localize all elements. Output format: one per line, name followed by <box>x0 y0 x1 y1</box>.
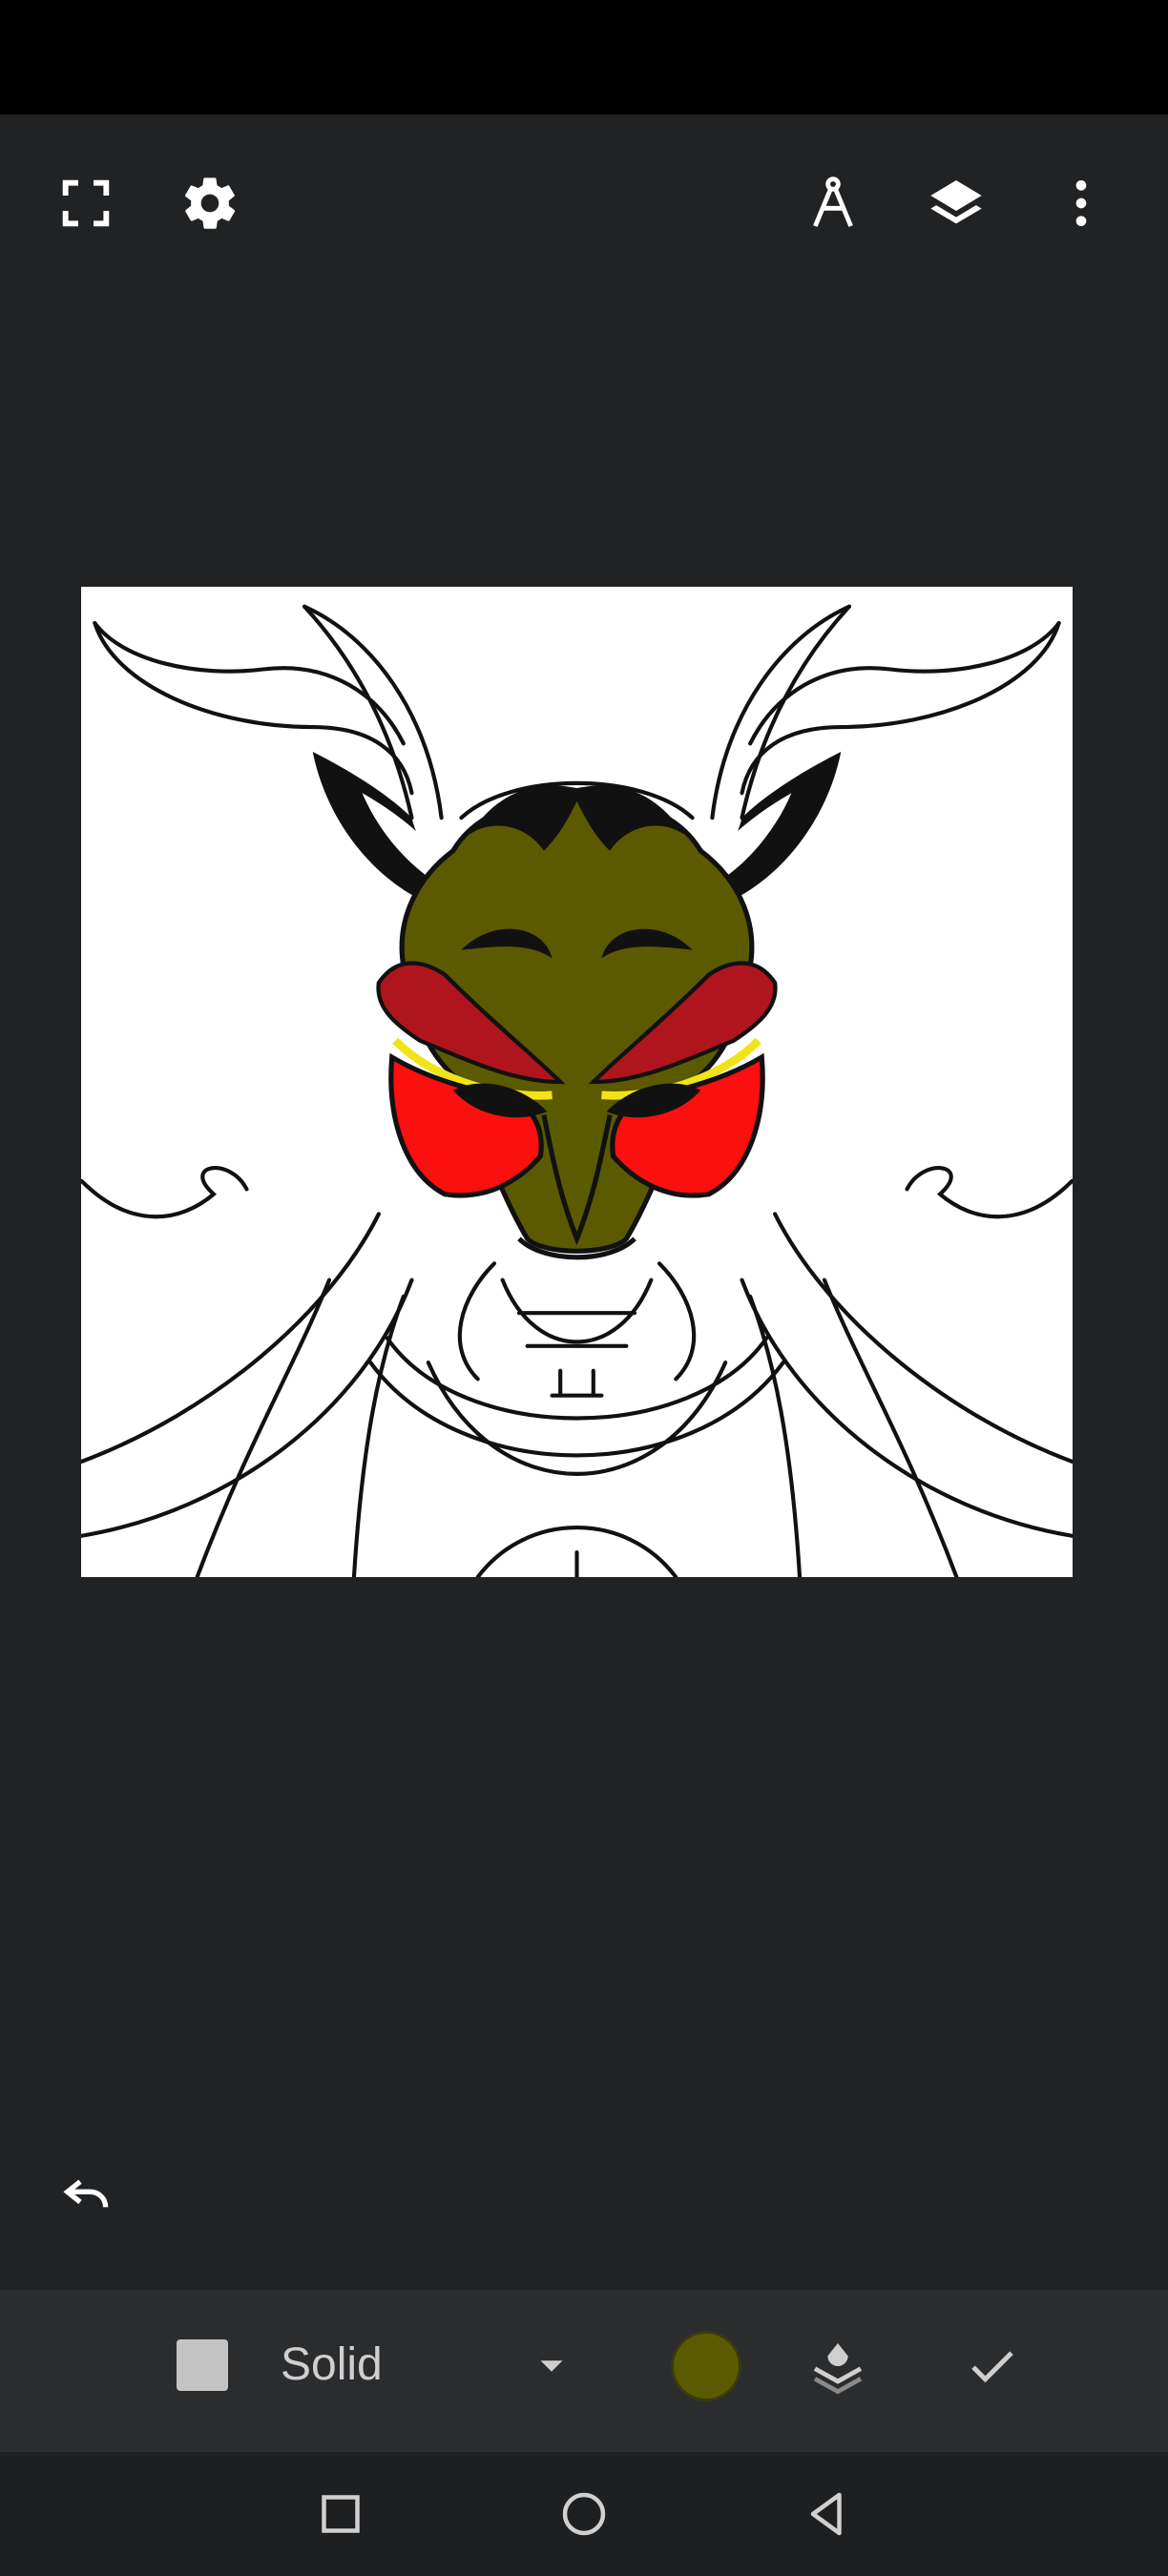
recents-icon[interactable] <box>298 2476 384 2552</box>
confirm-button[interactable] <box>954 2328 1031 2404</box>
home-icon[interactable] <box>541 2476 627 2552</box>
layers-icon[interactable] <box>910 157 1002 249</box>
layer-fill-button[interactable] <box>803 2328 872 2404</box>
fill-mode-dropdown[interactable] <box>530 2328 574 2404</box>
fill-mode-label[interactable]: Solid <box>281 2339 383 2391</box>
undo-icon[interactable] <box>50 2156 126 2233</box>
dropdown-arrow-icon <box>540 2360 563 2372</box>
fill-preview-swatch[interactable] <box>177 2339 228 2391</box>
compass-icon[interactable] <box>787 157 879 249</box>
drawing-canvas[interactable] <box>81 587 1073 1577</box>
more-vert-icon[interactable] <box>1035 157 1127 249</box>
back-icon[interactable] <box>784 2476 870 2552</box>
selected-color-well[interactable] <box>674 2334 739 2399</box>
check-icon <box>971 2351 1013 2383</box>
layer-fill-icon <box>813 2343 863 2395</box>
fullscreen-icon[interactable] <box>40 157 132 249</box>
settings-icon[interactable] <box>164 157 256 249</box>
demon-mask-artwork <box>81 604 1073 1577</box>
status-bar <box>0 0 1168 114</box>
